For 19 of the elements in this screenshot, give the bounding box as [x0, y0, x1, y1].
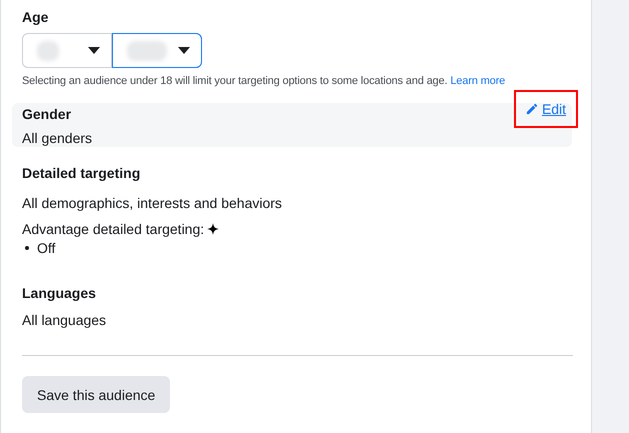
gender-value: All genders: [22, 130, 92, 146]
caret-icon: [178, 47, 190, 54]
learn-more-link[interactable]: Learn more: [450, 75, 506, 87]
section-label: Detailed targeting: [22, 165, 140, 181]
edit-link[interactable]: Edit: [526, 101, 566, 117]
advantage-status: Off: [37, 240, 56, 256]
pencil-icon: [526, 103, 538, 115]
section-label: Gender: [22, 106, 72, 122]
targeting-value: All demographics, interests and behaviors: [22, 195, 282, 211]
save-audience-button[interactable]: Save this audience: [22, 376, 170, 413]
advantage-label: Advantage detailed targeting:: [22, 221, 204, 237]
section-label: Age: [22, 9, 48, 25]
age-note: Selecting an audience under 18 will limit your targeting options to some locations and age. Learn more: [22, 75, 506, 87]
caret-icon: [88, 47, 100, 54]
languages-value: All languages: [22, 312, 106, 328]
bullet-icon: [25, 246, 29, 250]
section-label: Languages: [22, 285, 96, 301]
age-dropdown[interactable]: [112, 33, 202, 68]
sparkle-icon: [207, 223, 220, 235]
